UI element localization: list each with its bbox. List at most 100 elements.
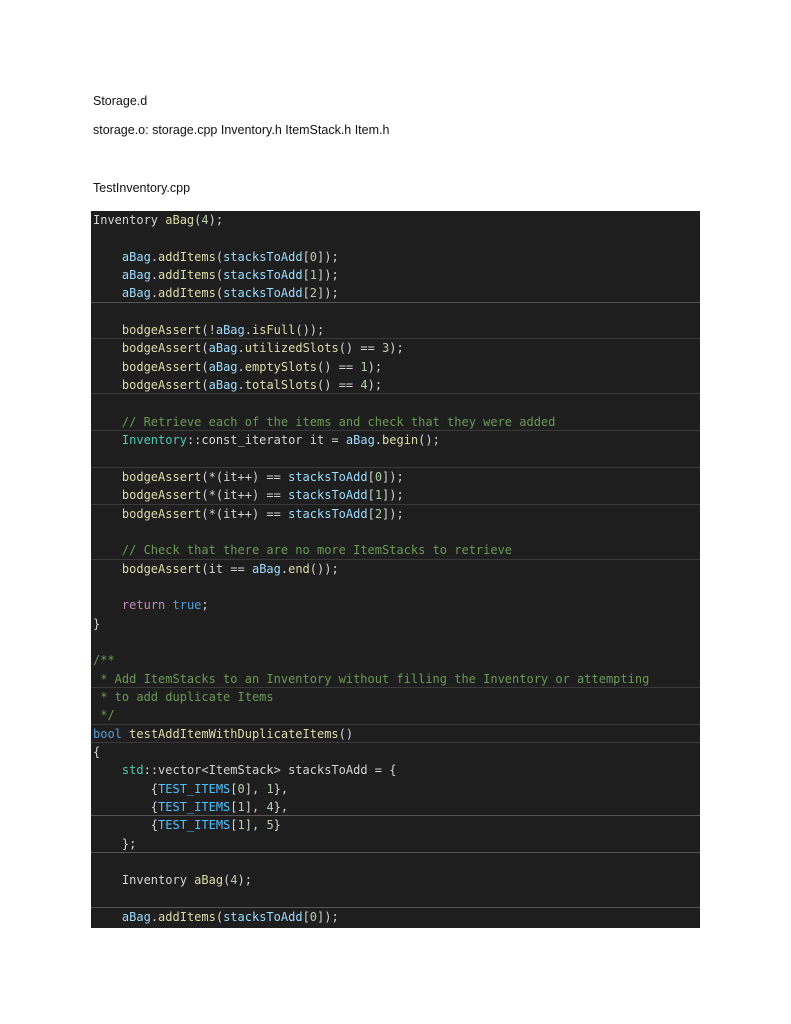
- code-line: {TEST_ITEMS[1], 4},: [91, 798, 700, 817]
- code-line: {TEST_ITEMS[0], 1},: [91, 780, 700, 798]
- function-token: aBag: [165, 213, 195, 227]
- code-line: {TEST_ITEMS[1], 5}: [91, 816, 700, 834]
- code-text: ();: [418, 433, 440, 448]
- code-text: (*(it++) ==: [201, 488, 289, 503]
- code-line: bodgeAssert(!aBag.isFull());: [91, 321, 700, 340]
- function-token: addItems: [158, 249, 216, 264]
- code-line: aBag.addItems(stacksToAdd[0]);: [91, 248, 700, 266]
- code-line: // Check that there are no more ItemStac…: [91, 541, 700, 560]
- variable-token: stacksToAdd: [223, 910, 303, 925]
- code-text: },: [273, 800, 289, 814]
- code-line: aBag.addItems(stacksToAdd[0]);: [91, 908, 700, 926]
- variable-token: stacksToAdd: [223, 268, 303, 283]
- comment-token: // Check that there are no more ItemStac…: [121, 543, 513, 558]
- code-line: };: [91, 835, 700, 854]
- function-token: emptySlots: [244, 359, 318, 374]
- code-line: [91, 890, 700, 909]
- function-token: bodgeAssert: [121, 341, 202, 356]
- code-line: * to add duplicate Items: [91, 688, 700, 706]
- number-token: 1: [237, 800, 245, 814]
- code-text: .: [150, 249, 159, 264]
- variable-token: stacksToAdd: [288, 488, 368, 503]
- function-token: bodgeAssert: [121, 359, 202, 374]
- code-text: [: [367, 488, 375, 503]
- code-text: .: [150, 286, 159, 301]
- code-line: * Add ItemStacks to an Inventory without…: [91, 670, 700, 688]
- code-text: Inventory: [93, 873, 195, 888]
- code-text: (*(it++) ==: [201, 506, 289, 521]
- code-text: () ==: [317, 359, 361, 374]
- code-text: [: [302, 910, 310, 925]
- code-text: [: [230, 781, 238, 796]
- code-text: ());: [309, 561, 339, 576]
- code-line: bodgeAssert(aBag.totalSlots() == 4);: [91, 376, 700, 395]
- number-token: 5: [266, 818, 274, 833]
- code-text: .: [237, 359, 245, 374]
- code-text: );: [367, 359, 383, 374]
- code-text: ],: [244, 800, 267, 814]
- number-token: 4: [201, 213, 209, 227]
- code-text: (*(it++) ==: [201, 469, 289, 484]
- code-line: [91, 449, 700, 468]
- function-token: addItems: [158, 910, 216, 925]
- function-token: begin: [382, 433, 419, 448]
- number-token: 0: [374, 469, 383, 484]
- constant-token: TEST_ITEMS: [158, 818, 231, 833]
- function-token: testAddItemWithDuplicateItems: [129, 726, 339, 741]
- code-text: [: [302, 249, 310, 264]
- variable-token: aBag: [121, 286, 151, 301]
- function-token: isFull: [251, 323, 296, 338]
- code-line: std::vector<ItemStack> stacksToAdd = {: [91, 761, 700, 779]
- code-line: bodgeAssert(aBag.utilizedSlots() == 3);: [91, 339, 700, 357]
- variable-token: stacksToAdd: [223, 286, 303, 301]
- number-token: 4: [230, 873, 238, 888]
- variable-token: aBag: [208, 359, 238, 374]
- code-line: bodgeAssert(*(it++) == stacksToAdd[1]);: [91, 486, 700, 505]
- code-text: (: [215, 249, 224, 264]
- number-token: 2: [309, 286, 318, 301]
- variable-token: aBag: [121, 910, 151, 925]
- code-text: (: [201, 359, 209, 374]
- code-text: [: [302, 286, 310, 301]
- code-text: (: [215, 268, 224, 283]
- code-text: ]);: [382, 506, 404, 521]
- number-token: 0: [309, 249, 318, 264]
- code-text: {: [93, 744, 101, 759]
- code-text: (it ==: [201, 561, 252, 576]
- code-text: (: [201, 378, 209, 393]
- code-text: .: [237, 341, 245, 356]
- code-text: ());: [295, 323, 325, 338]
- code-text: ],: [244, 781, 267, 796]
- function-token: bodgeAssert: [121, 506, 202, 521]
- number-token: 4: [360, 378, 368, 393]
- code-text: },: [273, 781, 289, 796]
- variable-token: aBag: [215, 323, 245, 338]
- makefile-dependency-filename: Storage.d: [93, 94, 148, 108]
- code-text: {: [93, 800, 159, 814]
- variable-token: aBag: [208, 378, 238, 393]
- number-token: 1: [237, 818, 245, 833]
- code-line: {: [91, 743, 700, 761]
- code-text: [: [230, 800, 238, 814]
- code-line: bool testAddItemWithDuplicateItems(): [91, 725, 700, 743]
- number-token: 1: [309, 268, 318, 283]
- comment-token: */: [93, 708, 115, 723]
- constant-token: TEST_ITEMS: [158, 781, 231, 796]
- number-token: 1: [374, 488, 383, 503]
- code-line: Inventory aBag(4);: [91, 871, 700, 889]
- function-token: aBag: [194, 873, 224, 888]
- code-text: .: [244, 323, 252, 338]
- code-line: }: [91, 615, 700, 633]
- makefile-dependency-rule: storage.o: storage.cpp Inventory.h ItemS…: [93, 123, 390, 137]
- code-text: ],: [244, 818, 267, 833]
